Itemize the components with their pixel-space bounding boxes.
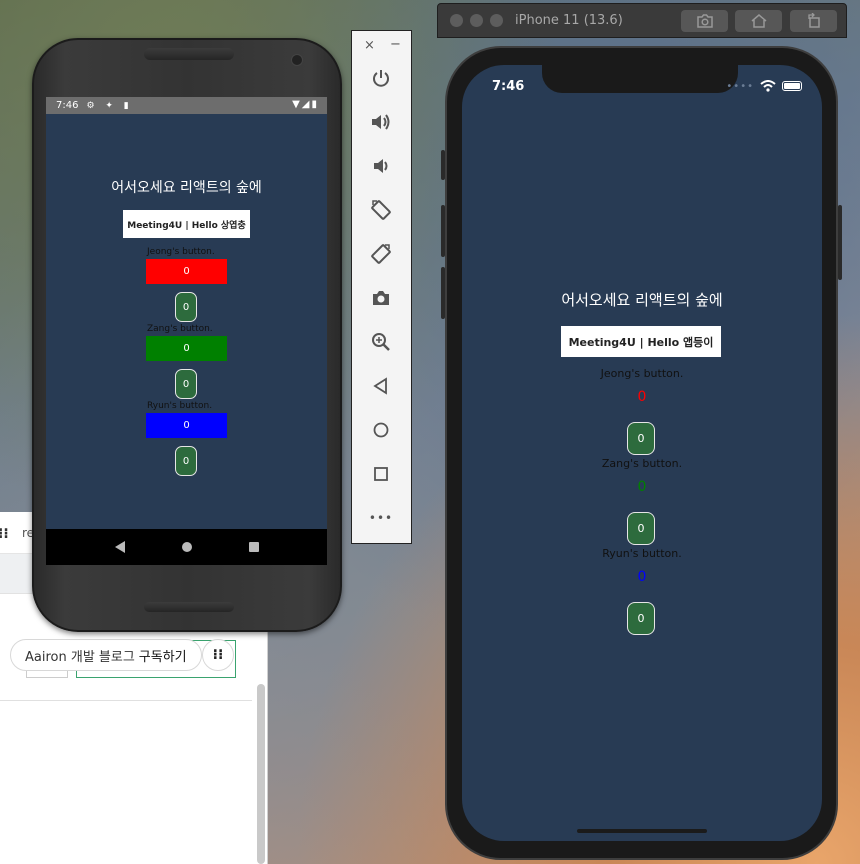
speaker-grille-bottom: [144, 602, 234, 612]
window-title: iPhone 11 (13.6): [515, 13, 623, 28]
subscribe-button[interactable]: Aairon 개발 블로그 구독하기: [10, 639, 202, 671]
home-button[interactable]: [735, 10, 782, 32]
speaker-grille-top: [144, 48, 234, 60]
zoom-window-button[interactable]: [490, 14, 503, 27]
ryun-button-label: Ryun's button.: [602, 547, 682, 560]
ryun-button[interactable]: 0: [462, 569, 822, 585]
jeong-counter-badge[interactable]: 0: [175, 292, 197, 322]
ryun-counter-badge[interactable]: 0: [175, 446, 197, 476]
power-icon[interactable]: [368, 65, 394, 91]
greeting-input[interactable]: Meeting4U | Hello 상엽충: [123, 210, 250, 238]
minimize-icon[interactable]: −: [390, 37, 401, 52]
close-icon[interactable]: ×: [364, 38, 375, 53]
ios-status-time: 7:46: [492, 79, 525, 94]
ryun-button-label: Ryun's button.: [147, 401, 213, 411]
iphone-screen: 7:46 •••• 어서오세요 리액트의 숲에 Meeting4U | Hell…: [462, 65, 822, 841]
app-title: 어서오세요 리액트의 숲에: [561, 291, 723, 309]
rotate-right-icon[interactable]: [368, 241, 394, 267]
rotate-button[interactable]: [790, 10, 837, 32]
zang-button[interactable]: 0: [146, 336, 227, 361]
home-icon: [751, 14, 766, 28]
camera-icon: [696, 14, 713, 28]
zang-counter-badge[interactable]: 0: [627, 512, 655, 545]
home-indicator[interactable]: [577, 829, 707, 833]
home-icon[interactable]: [368, 417, 394, 443]
battery-icon: [782, 81, 802, 91]
android-nav-bar: [46, 529, 327, 565]
camera-icon[interactable]: [368, 285, 394, 311]
more-dots-icon[interactable]: ⁝⁝: [0, 526, 9, 542]
wifi-icon: [760, 80, 776, 92]
volume-down-key: [441, 267, 445, 319]
overview-icon[interactable]: [368, 461, 394, 487]
signal-battery-icon: ▼◢▮: [292, 99, 319, 110]
app-title: 어서오세요 리액트의 숲에: [111, 180, 262, 196]
volume-down-icon[interactable]: [368, 153, 394, 179]
zang-counter-badge[interactable]: 0: [175, 369, 197, 399]
android-screen: 7:46 ⚙ ✦ ▮ ▼◢▮ 어서오세요 리액트의 숲에 Meeting4U |…: [46, 97, 327, 565]
mute-switch: [441, 150, 445, 180]
volume-up-key: [441, 205, 445, 257]
android-status-time: 7:46: [56, 100, 79, 111]
emulator-toolbar: × − •••: [351, 30, 412, 544]
zang-button[interactable]: 0: [462, 479, 822, 495]
minimize-window-button[interactable]: [470, 14, 483, 27]
ryun-counter-badge[interactable]: 0: [627, 602, 655, 635]
more-dots-icon: ⁝⁝: [212, 647, 224, 663]
signal-icon: ••••: [726, 80, 754, 92]
home-icon[interactable]: [181, 542, 192, 552]
zoom-icon[interactable]: [368, 329, 394, 355]
zang-button-label: Zang's button.: [601, 457, 683, 470]
back-icon[interactable]: [368, 373, 394, 399]
zang-button-label: Zang's button.: [147, 324, 213, 334]
subscribe-blog-name: Aairon 개발 블로그: [25, 649, 135, 665]
notch: [542, 65, 738, 93]
front-camera: [291, 54, 303, 66]
jeong-button-label: Jeong's button.: [600, 367, 684, 380]
volume-up-icon[interactable]: [368, 109, 394, 135]
subscribe-action-label: 구독하기: [138, 649, 187, 665]
ios-simulator-titlebar: iPhone 11 (13.6): [437, 3, 847, 38]
back-icon[interactable]: [114, 541, 125, 553]
side-button: [838, 205, 842, 280]
ios-status-icons: ••••: [726, 80, 802, 92]
blog-menu-button[interactable]: ⁝⁝: [202, 639, 234, 671]
jeong-counter-badge[interactable]: 0: [627, 422, 655, 455]
jeong-button-label: Jeong's button.: [147, 247, 215, 257]
overview-icon[interactable]: [248, 542, 259, 552]
close-window-button[interactable]: [450, 14, 463, 27]
jeong-button[interactable]: 0: [462, 389, 822, 405]
screenshot-button[interactable]: [681, 10, 728, 32]
jeong-button[interactable]: 0: [146, 259, 227, 284]
ryun-button[interactable]: 0: [146, 413, 227, 438]
more-icon[interactable]: •••: [368, 505, 394, 531]
scrollbar[interactable]: [257, 684, 265, 864]
rotate-left-icon[interactable]: [368, 197, 394, 223]
divider: [0, 700, 252, 701]
android-status-bar: 7:46 ⚙ ✦ ▮ ▼◢▮: [46, 97, 327, 114]
rotate-icon: [807, 13, 820, 28]
greeting-input[interactable]: Meeting4U | Hello 앱등이: [561, 326, 721, 357]
notification-icons: ⚙ ✦ ▮: [86, 100, 133, 111]
